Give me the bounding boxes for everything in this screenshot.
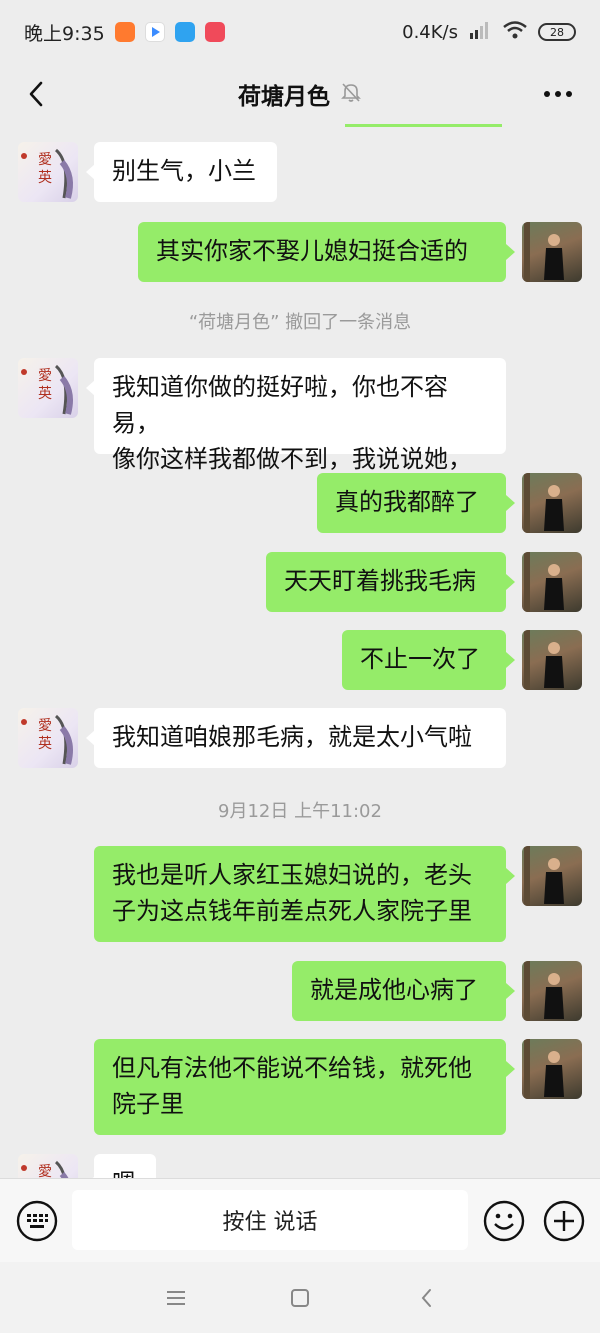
app-store-icon (174, 22, 195, 42)
my-avatar[interactable] (522, 222, 582, 282)
plus-icon (543, 1200, 585, 1242)
home-square-icon (291, 1289, 309, 1307)
message-text: 天天盯着挑我毛病 (284, 567, 476, 595)
message-bubble[interactable]: 其实你家不娶儿媳妇挺合适的 (138, 222, 506, 282)
wifi-icon (502, 20, 528, 45)
message-text: 不止一次了 (360, 645, 480, 673)
douyin-icon (204, 22, 225, 42)
message-text: 其实你家不娶儿媳妇挺合适的 (156, 237, 468, 265)
keyboard-icon (16, 1200, 58, 1242)
message-row: 不止一次了 (0, 630, 600, 692)
message-row: 愛英 我知道你做的挺好啦，你也不容易， 像你这样我都做不到，我说说她， (0, 358, 600, 473)
contact-avatar[interactable]: 愛英 (18, 708, 78, 768)
chat-header: 荷塘月色 (0, 64, 600, 124)
message-bubble[interactable]: 别生气，小兰 (94, 142, 277, 202)
message-bubble[interactable]: 但凡有法他不能说不给钱，就死他 院子里 (94, 1039, 506, 1135)
system-nav-bar (0, 1262, 600, 1333)
message-row: 愛英 别生气，小兰 (0, 142, 600, 204)
back-icon (421, 1289, 431, 1307)
message-row: 就是成他心病了 (0, 961, 600, 1023)
svg-text:英: 英 (38, 735, 52, 752)
message-text: 别生气，小兰 (112, 157, 256, 185)
battery-indicator: 28 (538, 23, 576, 41)
svg-text:英: 英 (38, 385, 52, 402)
message-row: 我也是听人家红玉媳妇说的，老头 子为这点钱年前差点死人家院子里 (0, 846, 600, 944)
status-time: 晚上9:35 (24, 22, 105, 45)
svg-text:愛: 愛 (38, 1164, 52, 1178)
message-text: 真的我都醉了 (335, 488, 479, 516)
message-text: 嗯 (112, 1169, 136, 1178)
message-line: 我知道你做的挺好啦，你也不容易， (112, 373, 448, 437)
message-row: 愛英 我知道咱娘那毛病，就是太小气啦 (0, 708, 600, 770)
message-bubble[interactable]: 嗯 (94, 1154, 156, 1178)
message-line: 我也是听人家红玉媳妇说的，老头 (112, 861, 472, 889)
input-bar: 按住 说话 (0, 1178, 600, 1262)
home-button[interactable] (282, 1280, 318, 1316)
message-row: 天天盯着挑我毛病 (0, 552, 600, 614)
message-bubble[interactable]: 天天盯着挑我毛病 (266, 552, 506, 612)
message-text: 我知道咱娘那毛病，就是太小气啦 (112, 723, 472, 751)
message-bubble[interactable]: 真的我都醉了 (317, 473, 506, 533)
chevron-left-icon (29, 81, 43, 107)
previous-bubble-edge (345, 124, 502, 127)
status-bar: 晚上9:35 0.4K/s 28 (0, 0, 600, 64)
my-avatar[interactable] (522, 1039, 582, 1099)
message-row: 但凡有法他不能说不给钱，就死他 院子里 (0, 1039, 600, 1137)
hold-to-talk-button[interactable]: 按住 说话 (72, 1190, 468, 1250)
my-avatar[interactable] (522, 473, 582, 533)
svg-text:愛: 愛 (38, 718, 52, 734)
message-list[interactable]: 愛英 别生气，小兰 其实你家不娶儿媳妇挺合适的 “荷塘月色” 撤回了一条消息 愛… (0, 124, 600, 1178)
more-horizontal-icon (544, 91, 572, 97)
message-row: 真的我都醉了 (0, 473, 600, 535)
message-line: 院子里 (112, 1090, 184, 1118)
my-avatar[interactable] (522, 846, 582, 906)
message-bubble[interactable]: 不止一次了 (342, 630, 506, 690)
menu-button[interactable] (158, 1280, 194, 1316)
signal-icon (468, 21, 492, 44)
my-avatar[interactable] (522, 961, 582, 1021)
message-bubble[interactable]: 我知道咱娘那毛病，就是太小气啦 (94, 708, 506, 768)
message-line: 子为这点钱年前差点死人家院子里 (112, 897, 472, 925)
contact-avatar[interactable]: 愛英 (18, 358, 78, 418)
message-bubble[interactable]: 我也是听人家红玉媳妇说的，老头 子为这点钱年前差点死人家院子里 (94, 846, 506, 942)
bell-off-icon (340, 81, 362, 107)
message-row: 其实你家不娶儿媳妇挺合适的 (0, 222, 600, 284)
chat-title: 荷塘月色 (238, 84, 330, 110)
message-row: 愛英 嗯 (0, 1154, 600, 1178)
contact-avatar[interactable]: 愛英 (18, 142, 78, 202)
system-back-button[interactable] (408, 1280, 444, 1316)
svg-text:愛: 愛 (38, 368, 52, 384)
more-button[interactable] (538, 76, 578, 112)
svg-text:英: 英 (38, 169, 52, 186)
recall-notice: “荷塘月色” 撤回了一条消息 (188, 312, 412, 333)
menu-icon (167, 1291, 185, 1305)
back-button[interactable] (18, 74, 54, 114)
contact-avatar[interactable]: 愛英 (18, 1154, 78, 1178)
timestamp: 9月12日 上午11:02 (218, 801, 382, 822)
svg-text:愛: 愛 (38, 152, 52, 168)
message-bubble[interactable]: 就是成他心病了 (292, 961, 506, 1021)
taobao-icon (114, 22, 135, 42)
hold-to-talk-label: 按住 说话 (222, 1210, 318, 1235)
net-speed: 0.4K/s (402, 21, 458, 43)
video-icon (144, 22, 165, 42)
my-avatar[interactable] (522, 552, 582, 612)
emoji-button[interactable] (483, 1200, 525, 1242)
message-text: 就是成他心病了 (310, 976, 478, 1004)
message-line: 但凡有法他不能说不给钱，就死他 (112, 1054, 472, 1082)
message-bubble[interactable]: 我知道你做的挺好啦，你也不容易， 像你这样我都做不到，我说说她， (94, 358, 506, 473)
more-actions-button[interactable] (543, 1200, 585, 1242)
my-avatar[interactable] (522, 630, 582, 690)
keyboard-button[interactable] (16, 1200, 58, 1242)
message-line: 像你这样我都做不到，我说说她， (112, 445, 472, 473)
emoji-icon (483, 1200, 525, 1242)
